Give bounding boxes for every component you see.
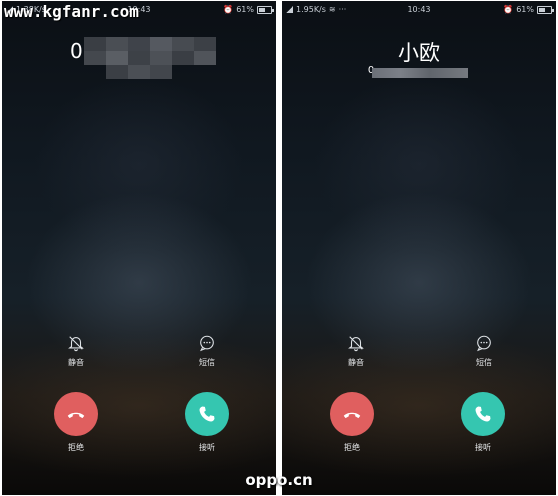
mute-button[interactable]: 静音	[36, 334, 116, 368]
sms-label: 短信	[199, 358, 215, 367]
sms-label: 短信	[476, 358, 492, 367]
alarm-icon: ⏰	[223, 5, 234, 14]
redacted-number-mosaic	[84, 37, 216, 79]
answer-label: 接听	[199, 443, 215, 452]
message-icon	[477, 335, 491, 352]
site-watermark: www.kgfanr.com	[4, 2, 139, 21]
battery-percent: 61%	[516, 5, 534, 14]
hang-up-icon	[67, 412, 85, 419]
status-right: ⏰ 61%	[223, 5, 274, 14]
incoming-call-screen-right: 1.95K/s ≋ ··· 10:43 ⏰ 61% 小欧 0 静音 短信 拒绝 …	[282, 1, 556, 495]
message-icon	[200, 335, 214, 352]
caller-name: 小欧	[398, 41, 440, 65]
decline-label: 拒绝	[68, 443, 84, 452]
sms-button[interactable]: 短信	[444, 334, 524, 368]
decline-label: 拒绝	[344, 443, 360, 452]
mute-label: 静音	[68, 358, 84, 367]
alarm-icon: ⏰	[503, 5, 514, 14]
bell-off-icon	[68, 336, 84, 352]
phone-icon	[199, 406, 215, 422]
bell-off-icon	[348, 336, 364, 352]
battery-icon	[257, 5, 274, 14]
mute-label: 静音	[348, 358, 364, 367]
status-bar: 1.95K/s ≋ ··· 10:43 ⏰ 61%	[282, 1, 556, 19]
sms-button[interactable]: 短信	[167, 334, 247, 368]
phone-icon	[475, 406, 491, 422]
comparison-frame: 1.38K/s 10:43 ⏰ 61% 0 静音 短信 拒绝 接听 1.95K/…	[0, 0, 558, 496]
caller-number: 0	[70, 39, 83, 63]
incoming-call-screen-left: 1.38K/s 10:43 ⏰ 61% 0 静音 短信 拒绝 接听	[2, 1, 276, 495]
answer-label: 接听	[475, 443, 491, 452]
decline-call-button[interactable]	[330, 392, 374, 436]
footer-watermark: oppo.cn	[245, 471, 313, 489]
answer-call-button[interactable]	[185, 392, 229, 436]
battery-percent: 61%	[236, 5, 254, 14]
battery-icon	[537, 5, 554, 14]
status-right: ⏰ 61%	[503, 5, 554, 14]
redacted-number-blur	[372, 68, 468, 78]
mute-button[interactable]: 静音	[316, 334, 396, 368]
answer-call-button[interactable]	[461, 392, 505, 436]
hang-up-icon	[343, 412, 361, 419]
decline-call-button[interactable]	[54, 392, 98, 436]
